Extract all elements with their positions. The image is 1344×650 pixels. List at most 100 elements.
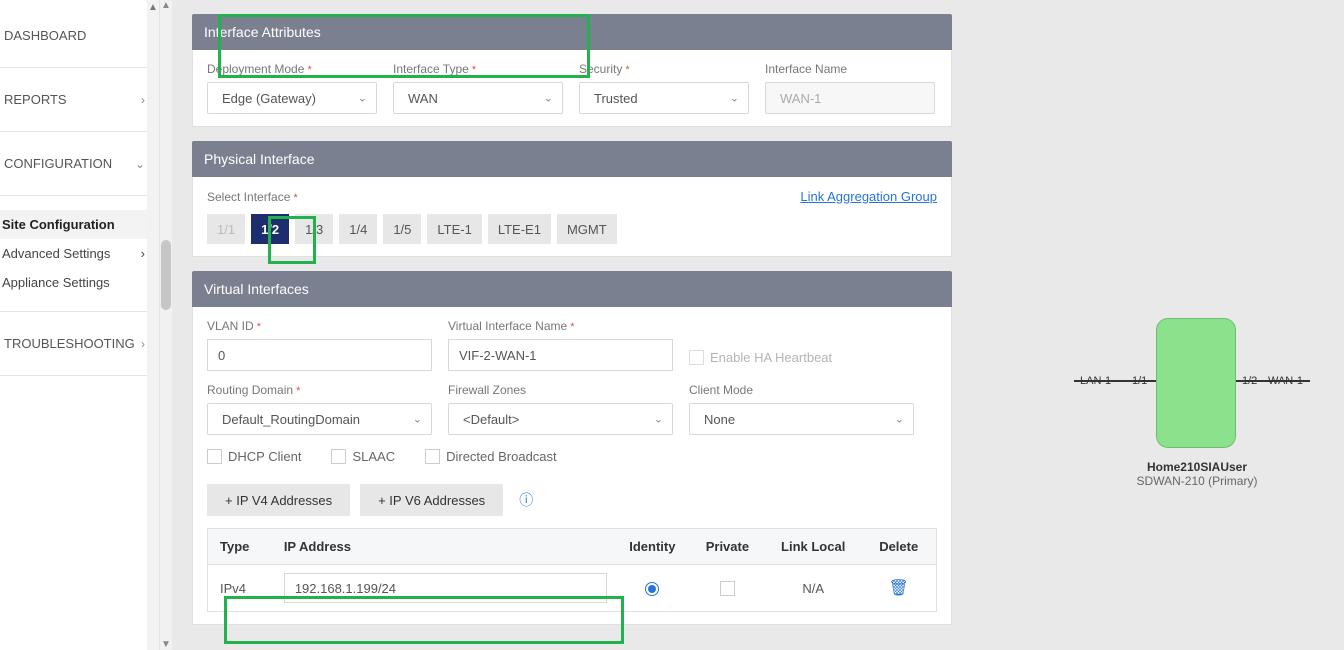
- select-display: Edge (Gateway): [207, 82, 377, 114]
- nav-reports[interactable]: REPORTS ›: [0, 82, 159, 117]
- section-header-physical-interface: Physical Interface: [192, 141, 952, 177]
- cell-private: [690, 565, 765, 612]
- col-linklocal: Link Local: [765, 529, 861, 565]
- sidebar: DASHBOARD REPORTS › CONFIGURATION ⌄ Site…: [0, 0, 160, 650]
- scroll-up-icon[interactable]: ▲: [148, 0, 158, 15]
- ip-address-input[interactable]: [284, 573, 607, 603]
- ip-address-table: Type IP Address Identity Private Link Lo…: [207, 528, 937, 612]
- subnav-advanced-settings[interactable]: Advanced Settings ›: [0, 239, 159, 268]
- chevron-right-icon: ›: [141, 337, 145, 351]
- section-header-virtual-interfaces: Virtual Interfaces: [192, 271, 952, 307]
- field-label: Firewall Zones: [448, 383, 673, 397]
- port-1-5[interactable]: 1/5: [383, 214, 421, 244]
- physical-ports-row: 1/1 1/2 1/3 1/4 1/5 LTE-1 LTE-E1 MGMT: [207, 214, 937, 244]
- security-select[interactable]: Trusted ⌄: [579, 82, 749, 114]
- nav-troubleshooting[interactable]: TROUBLESHOOTING ›: [0, 326, 159, 361]
- cell-identity: [615, 565, 690, 612]
- nav-dashboard[interactable]: DASHBOARD: [0, 18, 159, 53]
- interface-type-select[interactable]: WAN ⌄: [393, 82, 563, 114]
- nav-label: DASHBOARD: [4, 28, 86, 43]
- nav-divider: [0, 131, 159, 132]
- info-icon[interactable]: ⓘ: [519, 490, 533, 510]
- checkbox-label: SLAAC: [352, 449, 395, 464]
- checkbox-icon: [207, 449, 222, 464]
- col-private: Private: [690, 529, 765, 565]
- section-body-virtual-interfaces: VLAN ID Virtual Interface Name Enable HA…: [192, 307, 952, 625]
- nav-divider: [0, 195, 159, 196]
- identity-radio[interactable]: [645, 582, 659, 596]
- field-virtual-interface-name: Virtual Interface Name: [448, 319, 673, 371]
- port-1-1-label: 1/1: [1132, 375, 1147, 387]
- vlan-id-input[interactable]: [207, 339, 432, 371]
- trash-icon[interactable]: 🗑: [889, 580, 909, 597]
- routing-domain-select[interactable]: Default_RoutingDomain ⌄: [207, 403, 432, 435]
- section-title: Interface Attributes: [204, 24, 321, 40]
- field-label: VLAN ID: [207, 319, 432, 333]
- wan-label: WAN-1: [1268, 375, 1303, 387]
- field-client-mode: Client Mode None ⌄: [689, 383, 914, 435]
- checkbox-row: DHCP Client SLAAC Directed Broadcast: [207, 449, 937, 464]
- client-mode-select[interactable]: None ⌄: [689, 403, 914, 435]
- port-1-3[interactable]: 1/3: [295, 214, 333, 244]
- scroll-up-icon[interactable]: ▲: [160, 0, 172, 11]
- section-body-interface-attributes: Deployment Mode Edge (Gateway) ⌄ Interfa…: [192, 50, 952, 127]
- checkbox-label: Enable HA Heartbeat: [710, 350, 832, 365]
- field-label: Deployment Mode: [207, 62, 377, 76]
- interface-name-input: WAN-1: [765, 82, 935, 114]
- deployment-mode-select[interactable]: Edge (Gateway) ⌄: [207, 82, 377, 114]
- sidebar-scrollbar[interactable]: ▲: [147, 0, 159, 650]
- port-lte-1[interactable]: LTE-1: [427, 214, 481, 244]
- scroll-thumb[interactable]: [161, 240, 171, 310]
- select-interface-label: Select Interface: [207, 190, 298, 204]
- col-type: Type: [208, 529, 272, 565]
- checkbox-label: Directed Broadcast: [446, 449, 557, 464]
- link-aggregation-group[interactable]: Link Aggregation Group: [800, 189, 937, 204]
- device-label: Home210SIAUser SDWAN-210 (Primary): [1122, 460, 1272, 488]
- lan-label: LAN-1: [1080, 375, 1111, 387]
- slaac-checkbox[interactable]: SLAAC: [331, 449, 395, 464]
- col-delete: Delete: [861, 529, 936, 565]
- cell-ip: [272, 565, 615, 612]
- port-mgmt[interactable]: MGMT: [557, 214, 617, 244]
- port-1-2-label: 1/2: [1242, 375, 1257, 387]
- checkbox-icon: [331, 449, 346, 464]
- chevron-down-icon: ⌄: [135, 157, 145, 171]
- port-lte-e1[interactable]: LTE-E1: [488, 214, 551, 244]
- subnav-appliance-settings[interactable]: Appliance Settings: [0, 268, 159, 297]
- section-header-interface-attributes: Interface Attributes: [192, 14, 952, 50]
- select-display: Trusted: [579, 82, 749, 114]
- enable-ha-heartbeat-checkbox: Enable HA Heartbeat: [689, 350, 832, 365]
- nav-configuration[interactable]: CONFIGURATION ⌄: [0, 146, 159, 181]
- field-enable-ha: Enable HA Heartbeat: [689, 319, 832, 371]
- subnav-label: Advanced Settings: [2, 246, 110, 261]
- nav-label: CONFIGURATION: [4, 156, 112, 171]
- private-checkbox[interactable]: [720, 581, 735, 596]
- scroll-down-icon[interactable]: ▼: [160, 639, 172, 650]
- directed-broadcast-checkbox[interactable]: Directed Broadcast: [425, 449, 557, 464]
- subnav-label: Site Configuration: [2, 217, 115, 232]
- device-name: Home210SIAUser: [1122, 460, 1272, 474]
- add-ipv6-button[interactable]: + IP V6 Addresses: [360, 484, 503, 516]
- field-security: Security Trusted ⌄: [579, 62, 749, 114]
- firewall-zones-select[interactable]: <Default> ⌄: [448, 403, 673, 435]
- checkbox-icon: [689, 350, 704, 365]
- virtual-interface-name-input[interactable]: [448, 339, 673, 371]
- section-body-physical-interface: Select Interface Link Aggregation Group …: [192, 177, 952, 257]
- field-label: Routing Domain: [207, 383, 432, 397]
- cell-linklocal: N/A: [765, 565, 861, 612]
- dhcp-client-checkbox[interactable]: DHCP Client: [207, 449, 301, 464]
- field-interface-name: Interface Name WAN-1: [765, 62, 935, 114]
- nav-label: TROUBLESHOOTING: [4, 336, 135, 351]
- subnav-label: Appliance Settings: [2, 275, 110, 290]
- add-ipv4-button[interactable]: + IP V4 Addresses: [207, 484, 350, 516]
- chevron-right-icon: ›: [141, 93, 145, 107]
- col-ip: IP Address: [272, 529, 615, 565]
- table-row: IPv4 N/A 🗑: [208, 565, 937, 612]
- nav-label: REPORTS: [4, 92, 67, 107]
- field-label: Client Mode: [689, 383, 914, 397]
- port-1-4[interactable]: 1/4: [339, 214, 377, 244]
- field-label: Interface Type: [393, 62, 563, 76]
- subnav-site-configuration[interactable]: Site Configuration: [0, 210, 159, 239]
- port-1-2[interactable]: 1/2: [251, 214, 289, 244]
- main-scrollbar[interactable]: ▲ ▼: [160, 0, 172, 650]
